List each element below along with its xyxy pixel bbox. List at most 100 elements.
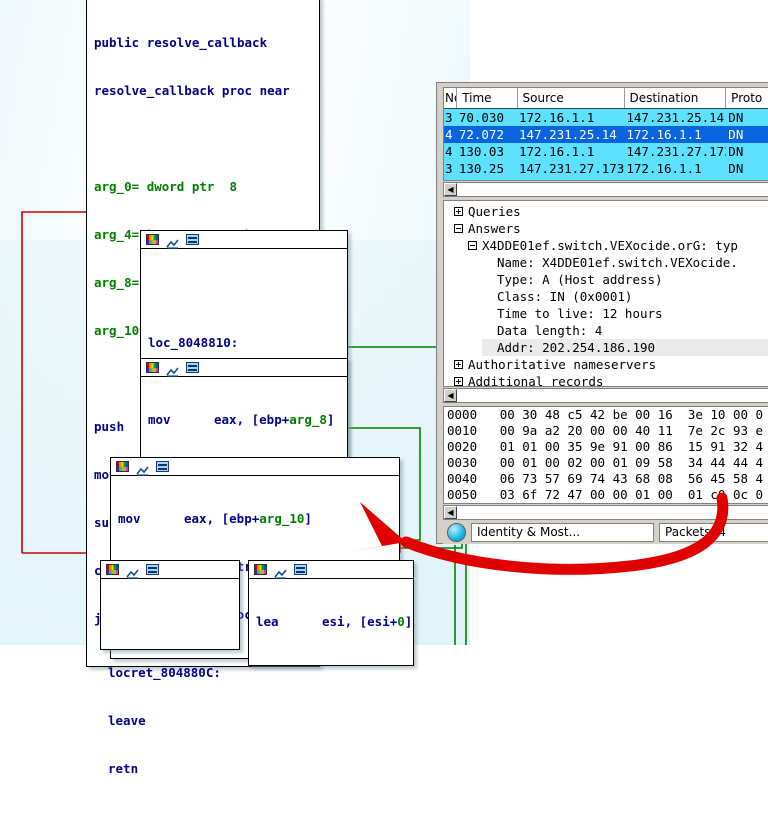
text-icon[interactable] bbox=[156, 461, 169, 472]
tree-node-label: Type: A (Host address) bbox=[497, 272, 663, 287]
nop-block-code: lea esi, [esi+0] bbox=[256, 614, 413, 629]
row-destination: 172.16.1.1 bbox=[626, 127, 702, 142]
row-time: 130.25 bbox=[458, 161, 504, 176]
hex-row-selected[interactable]: 0060 00 a8 c0 00 04 ca fe ba be c0 1d 0 bbox=[444, 503, 768, 504]
hex-bytes: 00 30 48 c5 42 be 00 16 3e 10 00 0 bbox=[499, 407, 764, 422]
row-no: 3 bbox=[445, 110, 453, 125]
tree-node-label: X4DDE01ef.switch.VEXocide.orG: typ bbox=[482, 238, 738, 253]
hex-row[interactable]: 0010 00 9a a2 20 00 00 40 11 7e 2c 93 e bbox=[444, 423, 768, 439]
tree-node-additional-records[interactable]: Additional records bbox=[454, 373, 768, 386]
block-titlebar bbox=[141, 231, 347, 249]
block-titlebar bbox=[141, 359, 347, 377]
table-row[interactable]: 3 70.030 172.16.1.1 147.231.25.14 DN bbox=[444, 109, 768, 126]
packet-detail-hscrollbar[interactable]: ◀ bbox=[443, 388, 768, 403]
text-icon[interactable] bbox=[186, 234, 199, 245]
tree-node-class[interactable]: Class: IN (0x0001) bbox=[482, 288, 768, 305]
chart-icon[interactable] bbox=[136, 461, 149, 476]
tree-node-label: Class: IN (0x0001) bbox=[497, 289, 633, 304]
expert-info-icon[interactable] bbox=[447, 522, 466, 542]
tree-node-label: Data length: 4 bbox=[497, 323, 603, 338]
tree-node-queries[interactable]: Queries bbox=[454, 203, 768, 220]
tree-node-data-length[interactable]: Data length: 4 bbox=[482, 322, 768, 339]
tree-node-type[interactable]: Type: A (Host address) bbox=[482, 271, 768, 288]
chart-icon[interactable] bbox=[166, 362, 179, 377]
hex-bytes-post: c0 1d 0 bbox=[703, 503, 763, 504]
tree-node-label: Authoritative nameservers bbox=[468, 357, 657, 372]
table-row[interactable]: 4 72.072 147.231.25.14 172.16.1.1 DN bbox=[444, 126, 768, 143]
status-bar: Identity & Most... Packets: 4 bbox=[443, 520, 768, 544]
text-icon[interactable] bbox=[186, 362, 199, 373]
collapse-minus-icon[interactable] bbox=[468, 241, 477, 250]
row-protocol: DN bbox=[726, 178, 768, 180]
scroll-left-arrow-icon[interactable]: ◀ bbox=[444, 183, 457, 196]
scroll-track[interactable] bbox=[457, 183, 768, 196]
entry-var-2: arg_8= bbox=[94, 275, 140, 290]
chart-icon[interactable] bbox=[126, 564, 139, 579]
tree-node-name[interactable]: Name: X4DDE01ef.switch.VEXocide. bbox=[482, 254, 768, 271]
table-row[interactable]: 3 130.25 147.231.27.173 172.16.1.1 DN bbox=[444, 160, 768, 177]
column-header-time[interactable]: Time bbox=[457, 88, 518, 108]
scroll-left-arrow-icon[interactable]: ◀ bbox=[444, 506, 457, 519]
hex-dump-hscrollbar[interactable]: ◀ bbox=[443, 505, 768, 520]
hex-row[interactable]: 0000 00 30 48 c5 42 be 00 16 3e 10 00 0 bbox=[444, 407, 768, 423]
column-header-source[interactable]: Source bbox=[518, 88, 625, 108]
hex-row[interactable]: 0020 01 01 00 35 9e 91 00 86 15 91 32 4 bbox=[444, 439, 768, 455]
text-icon[interactable] bbox=[146, 564, 159, 575]
arg8-insn-0-mnemonic: mov bbox=[148, 412, 171, 427]
hex-offset: 0010 bbox=[447, 423, 478, 438]
chart-icon[interactable] bbox=[274, 564, 287, 579]
expand-plus-icon[interactable] bbox=[454, 360, 463, 369]
tree-node-authoritative-nameservers[interactable]: Authoritative nameservers bbox=[454, 356, 768, 373]
scroll-track[interactable] bbox=[457, 506, 768, 519]
hex-offset: 0050 bbox=[447, 487, 478, 502]
table-row[interactable]: 4 130.03 172.16.1.1 147.231.27.173 DN bbox=[444, 143, 768, 160]
packet-list-pane[interactable]: No Time Source Destination Proto 3 70.03… bbox=[443, 87, 768, 181]
row-time: 72.072 bbox=[458, 127, 504, 142]
expand-plus-icon[interactable] bbox=[454, 207, 463, 216]
status-packet-count: Packets: 4 bbox=[659, 522, 768, 542]
column-header-destination[interactable]: Destination bbox=[625, 88, 727, 108]
nop-insn-0-mnemonic: lea bbox=[256, 614, 279, 629]
hex-offset: 0030 bbox=[447, 455, 478, 470]
tree-node-addr[interactable]: Addr: 202.254.186.190 bbox=[482, 339, 768, 356]
tree-node-answer-record[interactable]: X4DDE01ef.switch.VEXocide.orG: typ bbox=[468, 237, 768, 254]
palette-icon[interactable] bbox=[146, 362, 159, 373]
block-titlebar bbox=[101, 561, 239, 579]
packet-list-hscrollbar[interactable]: ◀ bbox=[443, 182, 768, 197]
locret-insn-1: retn bbox=[108, 761, 139, 776]
wireshark-window[interactable]: No Time Source Destination Proto 3 70.03… bbox=[436, 82, 768, 544]
row-no: 4 bbox=[445, 144, 453, 159]
basic-block-nop[interactable]: lea esi, [esi+0] bbox=[248, 560, 414, 666]
hex-row[interactable]: 0040 06 73 57 69 74 43 68 08 56 45 58 4 bbox=[444, 471, 768, 487]
hex-dump-pane[interactable]: 0000 00 30 48 c5 42 be 00 16 3e 10 00 0 … bbox=[443, 406, 768, 504]
collapse-minus-icon[interactable] bbox=[454, 224, 463, 233]
table-row[interactable]: 5 133.28 172.16.1.1 147.231.25.14 DN bbox=[444, 177, 768, 180]
scroll-track[interactable] bbox=[457, 389, 768, 402]
tree-node-answers[interactable]: Answers bbox=[454, 220, 768, 237]
basic-block-locret[interactable]: locret_804880C: leave retn bbox=[100, 560, 240, 776]
text-icon[interactable] bbox=[294, 564, 307, 575]
column-header-no[interactable]: No bbox=[444, 88, 458, 108]
hex-row[interactable]: 0050 03 6f 72 47 00 00 01 00 01 c0 0c 0 bbox=[444, 487, 768, 503]
block-titlebar bbox=[249, 561, 413, 579]
tree-node-ttl[interactable]: Time to live: 12 hours bbox=[482, 305, 768, 322]
palette-icon[interactable] bbox=[116, 461, 129, 472]
expand-plus-icon[interactable] bbox=[454, 377, 463, 386]
row-protocol: DN bbox=[728, 127, 744, 142]
hex-bytes: 06 73 57 69 74 43 68 08 56 45 58 4 bbox=[499, 471, 764, 486]
chart-icon[interactable] bbox=[166, 234, 179, 249]
hex-bytes: 03 6f 72 47 00 00 01 00 01 c0 0c 0 bbox=[499, 487, 764, 502]
palette-icon[interactable] bbox=[106, 564, 119, 575]
palette-icon[interactable] bbox=[146, 234, 159, 245]
hex-row[interactable]: 0030 00 01 00 02 00 01 09 58 34 44 44 4 bbox=[444, 455, 768, 471]
hex-bytes-pre: 00 a8 c0 00 04 bbox=[500, 503, 613, 504]
packet-detail-pane[interactable]: Queries Answers X4DDE01ef.switch.VEXocid… bbox=[443, 200, 768, 387]
column-header-protocol[interactable]: Proto bbox=[726, 88, 768, 108]
entry-line-1: resolve_callback proc near bbox=[94, 83, 290, 98]
scroll-left-arrow-icon[interactable]: ◀ bbox=[444, 389, 457, 402]
palette-icon[interactable] bbox=[254, 564, 267, 575]
block-titlebar bbox=[111, 458, 399, 476]
row-protocol: DN bbox=[728, 161, 744, 176]
row-source: 172.16.1.1 bbox=[518, 144, 595, 159]
hex-bytes-selected: ca fe ba be bbox=[613, 503, 703, 504]
